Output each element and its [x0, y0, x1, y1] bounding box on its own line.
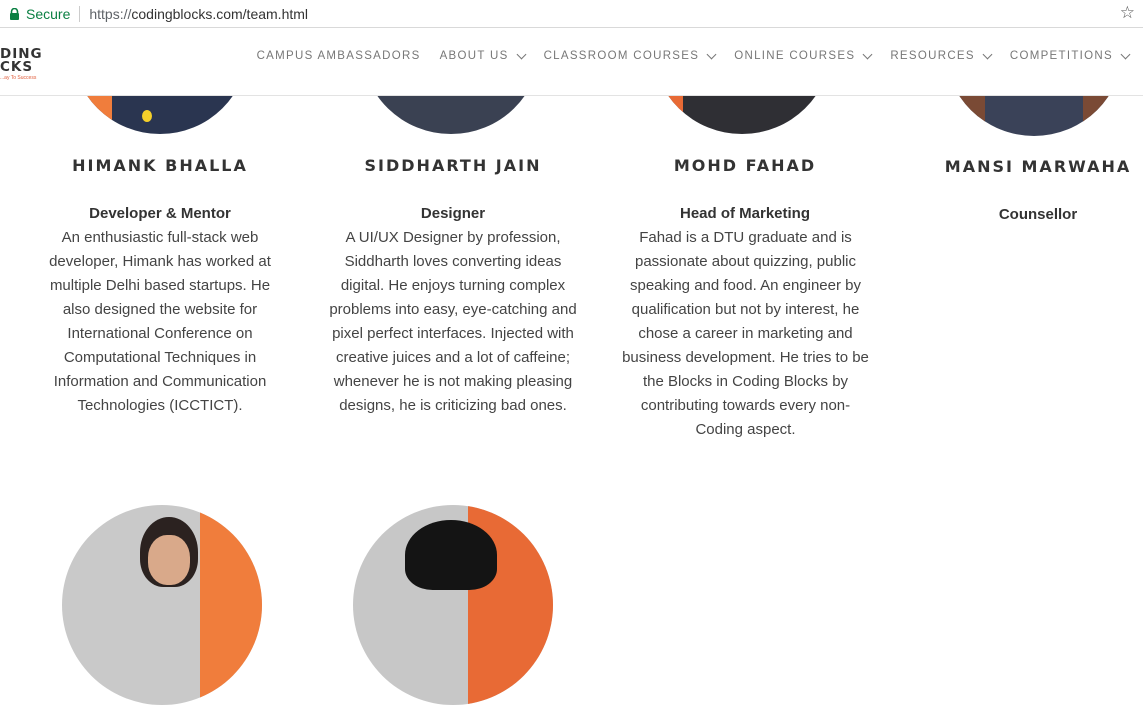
nav-label: ABOUT US: [439, 50, 509, 62]
nav-competitions[interactable]: COMPETITIONS: [1009, 49, 1131, 62]
member-role: Head of Marketing: [679, 205, 811, 222]
url-host-path: codingblocks.com/team.html: [131, 5, 309, 22]
member-name: SIDDHARTH JAIN: [364, 156, 542, 175]
member-name: MANSI MARWAHA: [944, 157, 1132, 176]
nav-online-courses[interactable]: ONLINE COURSES: [734, 49, 873, 62]
member-bio: An enthusiastic full-stack web developer…: [49, 229, 271, 414]
nav-label: CLASSROOM COURSES: [543, 50, 700, 62]
nav-classroom-courses[interactable]: CLASSROOM COURSES: [543, 49, 717, 62]
logo-tagline: ...ay To Success: [0, 75, 37, 81]
member-role: Counsellor: [998, 206, 1078, 223]
chevron-down-icon: [706, 49, 717, 59]
avatar-bottom-1: [62, 505, 262, 705]
member-role: Designer: [420, 205, 486, 222]
nav-label: ONLINE COURSES: [734, 50, 856, 62]
url-protocol: https://: [89, 5, 132, 22]
logo-line-2: CKS: [0, 59, 34, 75]
avatar-bottom-2: [353, 505, 553, 705]
secure-label: Secure: [26, 5, 71, 22]
chevron-down-icon: [1120, 49, 1131, 59]
nav-label: CAMPUS AMBASSADORS: [256, 50, 421, 62]
nav-label: COMPETITIONS: [1009, 50, 1113, 62]
address-divider: [79, 5, 81, 22]
url-text[interactable]: https://codingblocks.com/team.html: [89, 6, 308, 22]
member-bio: Fahad is a DTU graduate and is passionat…: [622, 229, 869, 438]
nav-label: RESOURCES: [890, 50, 975, 62]
bookmark-star-icon[interactable]: ☆: [1120, 3, 1135, 23]
member-name: HIMANK BHALLA: [72, 156, 248, 175]
lock-icon: [9, 7, 20, 20]
nav-about-us[interactable]: ABOUT US: [439, 49, 527, 62]
member-role: Developer & Mentor: [89, 205, 231, 222]
chevron-down-icon: [982, 49, 993, 59]
site-header: DING CKS ...ay To Success CAMPUS AMBASSA…: [0, 28, 1143, 96]
nav-resources[interactable]: RESOURCES: [890, 49, 993, 62]
chevron-down-icon: [516, 49, 527, 59]
main-nav: CAMPUS AMBASSADORS ABOUT US CLASSROOM CO…: [238, 49, 1131, 62]
nav-campus-ambassadors[interactable]: CAMPUS AMBASSADORS: [257, 50, 421, 62]
chevron-down-icon: [862, 49, 873, 59]
member-name: MOHD FAHAD: [673, 156, 817, 175]
browser-address-bar[interactable]: Secure https://codingblocks.com/team.htm…: [0, 0, 1143, 28]
site-logo[interactable]: DING CKS ...ay To Success: [0, 47, 43, 81]
member-bio: A UI/UX Designer by profession, Siddhart…: [329, 229, 577, 414]
